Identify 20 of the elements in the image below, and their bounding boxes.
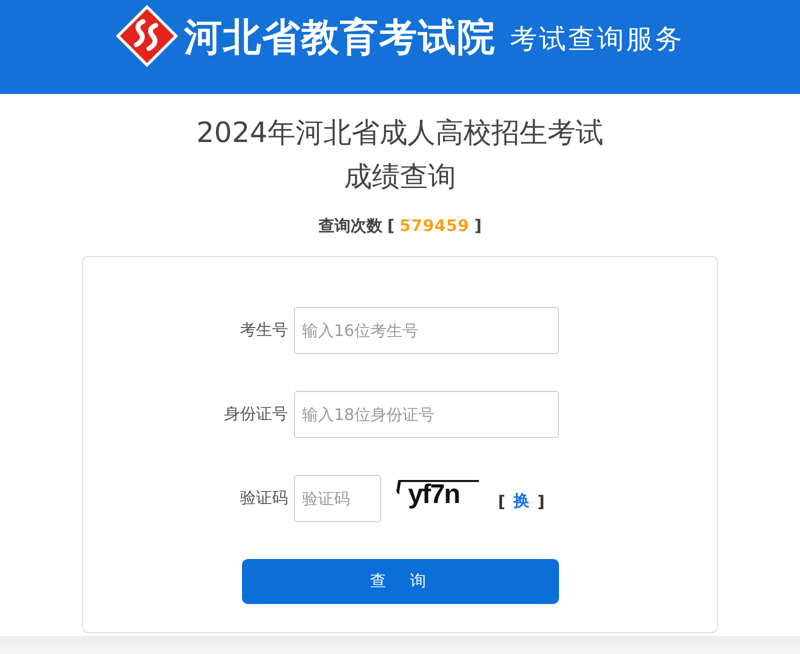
bracket: ] — [537, 492, 545, 511]
input-field[interactable]: 输入16位考生号 — [294, 307, 559, 354]
bracket: [ — [387, 215, 395, 237]
field-label: 身份证号 — [223, 404, 288, 425]
captcha-image: yf7n — [396, 478, 483, 512]
bracket: ] — [474, 215, 482, 237]
diamond-logo-icon — [116, 4, 178, 68]
field-label: 考生号 — [239, 320, 288, 341]
page-title: 2024年河北省成人高校招生考试 — [196, 115, 604, 151]
query-count-value: 579459 — [400, 215, 470, 237]
captcha-input-field[interactable]: 验证码 — [294, 475, 381, 522]
query-count-label: 查询次数 — [318, 215, 382, 237]
input-field[interactable]: 输入18位身份证号 — [294, 391, 559, 438]
refresh-captcha-link[interactable]: 换 — [513, 491, 530, 512]
site-title: 河北省教育考试院 — [184, 14, 496, 61]
bracket: [ — [498, 492, 506, 511]
page-title: 成绩查询 — [344, 159, 456, 195]
field-label: 验证码 — [239, 488, 288, 509]
query-button[interactable]: 查 询 — [242, 559, 558, 604]
site-subtitle: 考试查询服务 — [510, 23, 684, 57]
